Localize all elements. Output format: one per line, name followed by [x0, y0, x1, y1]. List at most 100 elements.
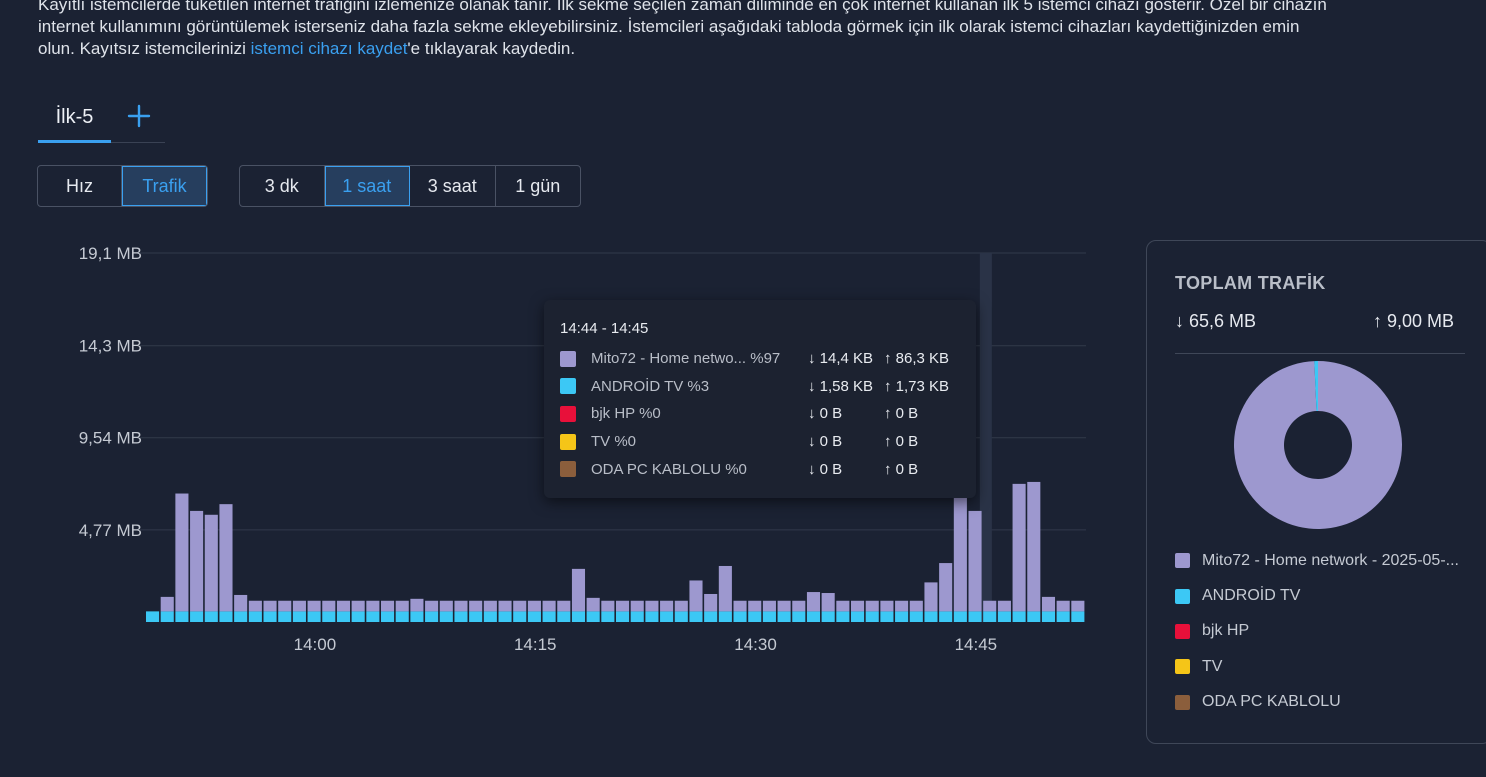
bar-segment[interactable] — [175, 493, 189, 612]
bar-segment[interactable] — [146, 611, 160, 622]
tab-top-5[interactable]: İlk-5 — [38, 96, 111, 143]
bar-segment[interactable] — [513, 600, 527, 612]
bar-segment[interactable] — [381, 600, 395, 612]
bar-segment[interactable] — [792, 611, 806, 622]
speed-button[interactable]: Hız — [38, 166, 123, 206]
bar-segment[interactable] — [968, 611, 982, 622]
bar-segment[interactable] — [234, 594, 248, 612]
bar-segment[interactable] — [939, 563, 953, 612]
bar-segment[interactable] — [895, 600, 909, 612]
bar-segment[interactable] — [322, 600, 336, 612]
legend-item[interactable]: TV — [1175, 649, 1459, 684]
bar-segment[interactable] — [1056, 611, 1070, 622]
bar-segment[interactable] — [366, 600, 380, 612]
bar-segment[interactable] — [175, 611, 189, 622]
bar-segment[interactable] — [836, 611, 850, 622]
bar-segment[interactable] — [454, 611, 468, 622]
bar-segment[interactable] — [1056, 600, 1070, 612]
register-client-link[interactable]: istemci cihazı kaydet — [251, 39, 408, 58]
bar-segment[interactable] — [689, 611, 703, 622]
bar-segment[interactable] — [792, 600, 806, 612]
bar-segment[interactable] — [219, 611, 233, 622]
bar-segment[interactable] — [1071, 600, 1085, 612]
bar-segment[interactable] — [748, 600, 762, 612]
bar-segment[interactable] — [204, 514, 218, 612]
bar-segment[interactable] — [278, 611, 292, 622]
bar-segment[interactable] — [924, 611, 938, 622]
legend-item[interactable]: ANDROİD TV — [1175, 578, 1459, 613]
bar-segment[interactable] — [806, 592, 821, 612]
bar-segment[interactable] — [190, 611, 204, 622]
plus-icon[interactable] — [123, 100, 155, 132]
bar-segment[interactable] — [527, 600, 541, 612]
bar-segment[interactable] — [777, 600, 791, 612]
bar-segment[interactable] — [395, 611, 409, 622]
bar-segment[interactable] — [263, 611, 277, 622]
bar-segment[interactable] — [616, 611, 630, 622]
bar-segment[interactable] — [263, 600, 277, 612]
bar-segment[interactable] — [292, 611, 306, 622]
bar-segment[interactable] — [821, 593, 835, 612]
bar-segment[interactable] — [1012, 611, 1026, 622]
range-1hour-button[interactable]: 1 saat — [324, 166, 410, 206]
bar-segment[interactable] — [1027, 611, 1041, 622]
bar-segment[interactable] — [806, 611, 821, 622]
bar-segment[interactable] — [660, 611, 674, 622]
bar-segment[interactable] — [983, 611, 997, 622]
bar-segment[interactable] — [865, 611, 879, 622]
bar-segment[interactable] — [542, 600, 556, 612]
bar-segment[interactable] — [366, 611, 380, 622]
bar-segment[interactable] — [762, 600, 776, 612]
bar-segment[interactable] — [571, 611, 586, 622]
bar-segment[interactable] — [322, 611, 336, 622]
bar-segment[interactable] — [425, 600, 439, 612]
bar-segment[interactable] — [307, 600, 321, 612]
bar-segment[interactable] — [674, 600, 688, 612]
bar-segment[interactable] — [895, 611, 909, 622]
bar-segment[interactable] — [851, 600, 865, 612]
bar-segment[interactable] — [527, 611, 541, 622]
bar-segment[interactable] — [968, 510, 982, 612]
bar-segment[interactable] — [953, 486, 967, 612]
bar-segment[interactable] — [689, 580, 703, 612]
bar-segment[interactable] — [983, 600, 997, 612]
legend-item[interactable]: bjk HP — [1175, 614, 1459, 649]
bar-segment[interactable] — [865, 600, 879, 612]
bar-segment[interactable] — [571, 568, 586, 612]
bar-segment[interactable] — [439, 611, 453, 622]
bar-segment[interactable] — [660, 600, 674, 612]
bar-segment[interactable] — [351, 600, 365, 612]
bar-segment[interactable] — [997, 611, 1011, 622]
bar-segment[interactable] — [292, 600, 306, 612]
bar-segment[interactable] — [762, 611, 776, 622]
bar-segment[interactable] — [630, 611, 644, 622]
bar-segment[interactable] — [425, 611, 439, 622]
traffic-donut-chart[interactable] — [1233, 360, 1403, 530]
bar-segment[interactable] — [645, 611, 659, 622]
bar-segment[interactable] — [1041, 596, 1056, 612]
bar-segment[interactable] — [1027, 481, 1041, 612]
bar-segment[interactable] — [1041, 611, 1056, 622]
bar-segment[interactable] — [557, 611, 571, 622]
bar-segment[interactable] — [851, 611, 865, 622]
bar-segment[interactable] — [601, 600, 615, 612]
bar-segment[interactable] — [336, 600, 351, 612]
bar-segment[interactable] — [190, 510, 204, 612]
bar-segment[interactable] — [439, 600, 453, 612]
bar-segment[interactable] — [674, 611, 688, 622]
bar-segment[interactable] — [733, 600, 747, 612]
bar-segment[interactable] — [483, 611, 497, 622]
bar-segment[interactable] — [616, 600, 630, 612]
bar-segment[interactable] — [645, 600, 659, 612]
bar-segment[interactable] — [160, 611, 174, 622]
bar-segment[interactable] — [395, 600, 409, 612]
bar-segment[interactable] — [336, 611, 351, 622]
bar-segment[interactable] — [718, 565, 732, 612]
bar-segment[interactable] — [307, 611, 321, 622]
bar-segment[interactable] — [454, 600, 468, 612]
bar-segment[interactable] — [880, 600, 894, 612]
bar-segment[interactable] — [542, 611, 556, 622]
bar-segment[interactable] — [410, 598, 424, 612]
bar-segment[interactable] — [160, 596, 174, 612]
range-1day-button[interactable]: 1 gün — [496, 166, 581, 206]
